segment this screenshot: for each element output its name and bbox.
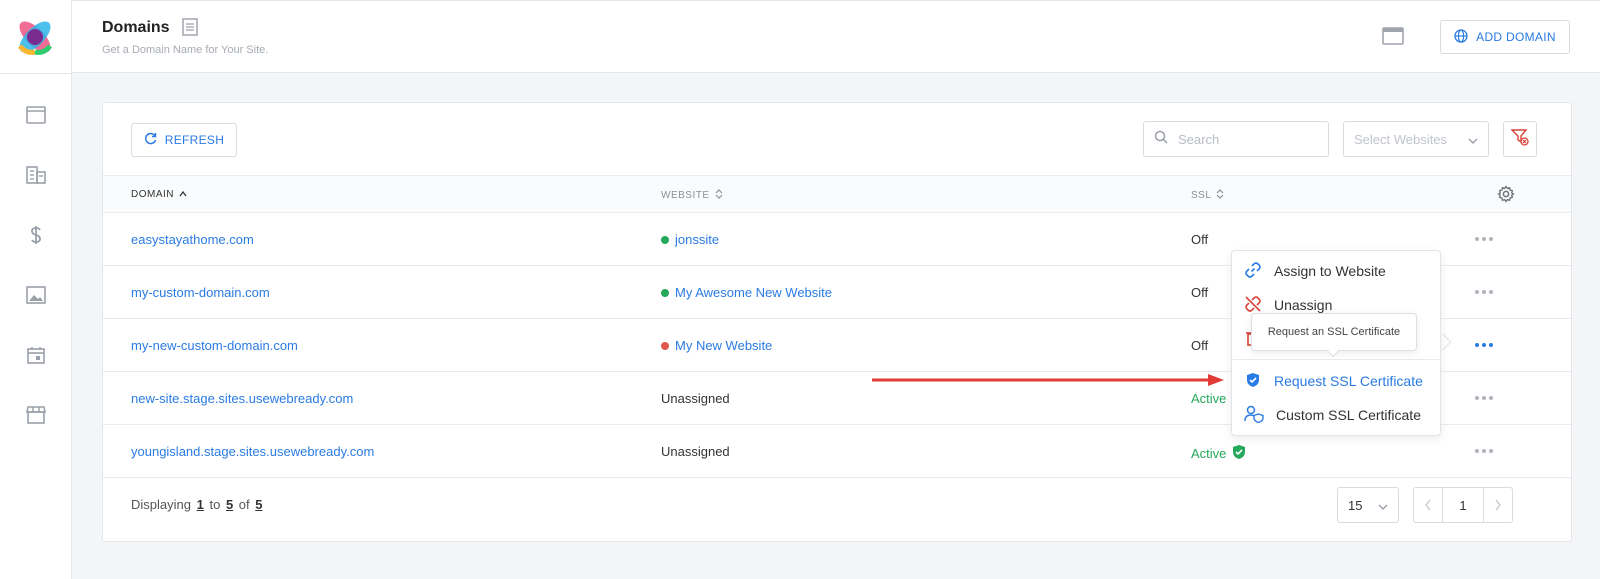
website-unassigned: Unassigned	[661, 444, 730, 459]
domain-link[interactable]: easystayathome.com	[131, 232, 254, 247]
annotation-arrow	[872, 374, 1224, 386]
sort-icon	[715, 189, 723, 202]
store-icon[interactable]	[25, 404, 47, 426]
sidebar	[0, 0, 72, 579]
add-domain-label: ADD DOMAIN	[1476, 30, 1556, 44]
column-header-ssl[interactable]: SSL	[1191, 189, 1224, 202]
ssl-status: Off	[1191, 285, 1209, 300]
website-cell: My New Website	[661, 338, 772, 353]
of-label: of	[238, 497, 250, 512]
per-page-value: 15	[1348, 497, 1363, 513]
chevron-down-icon	[1468, 132, 1478, 147]
shield-check-icon	[1232, 444, 1246, 463]
table-header: DOMAIN WEBSITE SSL	[103, 175, 1571, 213]
refresh-button[interactable]: REFRESH	[131, 123, 237, 157]
website-cell: Unassigned	[661, 391, 730, 406]
document-icon[interactable]	[182, 18, 198, 41]
column-header-website[interactable]: WEBSITE	[661, 189, 723, 202]
menu-divider	[1232, 359, 1440, 360]
row-actions-button[interactable]	[1475, 449, 1493, 453]
user-shield-icon	[1244, 405, 1264, 426]
pagination-control: 1	[1413, 487, 1513, 523]
row-actions-button[interactable]	[1475, 237, 1493, 241]
select-websites-dropdown[interactable]: Select Websites	[1343, 121, 1489, 157]
menu-item-label: Custom SSL Certificate	[1276, 407, 1421, 423]
gear-icon[interactable]	[1497, 185, 1515, 208]
link-icon	[1244, 261, 1262, 282]
filter-clear-icon	[1510, 128, 1529, 151]
column-header-domain[interactable]: DOMAIN	[131, 189, 187, 200]
ssl-status: Off	[1191, 338, 1209, 353]
website-unassigned: Unassigned	[661, 391, 730, 406]
domain-link[interactable]: my-new-custom-domain.com	[131, 338, 298, 353]
refresh-icon	[144, 132, 157, 148]
ssl-status: Off	[1191, 232, 1209, 247]
domain-link[interactable]: my-custom-domain.com	[131, 285, 270, 300]
chevron-down-icon	[1378, 498, 1388, 513]
building-icon[interactable]	[25, 164, 47, 186]
top-bar: Domains Get a Domain Name for Your Site.…	[72, 0, 1600, 73]
row-actions-button[interactable]	[1475, 396, 1493, 400]
menu-item-request-ssl-certificate[interactable]: Request SSL Certificate	[1232, 364, 1440, 398]
search-icon	[1154, 130, 1168, 149]
app-logo[interactable]	[14, 16, 56, 58]
next-page-button[interactable]	[1484, 488, 1512, 522]
status-dot-red	[661, 341, 669, 350]
row-actions-button[interactable]	[1475, 290, 1493, 294]
total-count: 5	[255, 497, 263, 512]
menu-item-label: Assign to Website	[1274, 263, 1386, 279]
website-link[interactable]: jonssite	[675, 232, 719, 247]
website-link[interactable]: My Awesome New Website	[675, 285, 832, 300]
prev-page-button[interactable]	[1414, 488, 1442, 522]
row-actions-button[interactable]	[1475, 343, 1493, 347]
domain-link[interactable]: new-site.stage.sites.usewebready.com	[131, 391, 353, 406]
per-page-select[interactable]: 15	[1337, 487, 1399, 523]
menu-item-custom-ssl-certificate[interactable]: Custom SSL Certificate	[1232, 398, 1440, 432]
column-header-label: SSL	[1191, 190, 1212, 201]
page-subtitle: Get a Domain Name for Your Site.	[102, 44, 269, 56]
ssl-status: Active	[1191, 444, 1246, 463]
displaying-label: Displaying	[131, 497, 191, 512]
select-websites-placeholder: Select Websites	[1354, 131, 1447, 147]
add-domain-button[interactable]: ADD DOMAIN	[1440, 20, 1570, 54]
column-header-label: WEBSITE	[661, 190, 710, 201]
range-end: 5	[225, 497, 234, 512]
range-start: 1	[196, 497, 204, 512]
calendar-icon[interactable]	[25, 344, 47, 366]
search-input[interactable]	[1178, 131, 1318, 147]
ssl-status-label: Active	[1191, 391, 1227, 406]
sidebar-divider	[0, 73, 72, 74]
window-icon[interactable]	[25, 104, 47, 126]
menu-item-assign-to-website[interactable]: Assign to Website	[1232, 254, 1440, 288]
search-box[interactable]	[1143, 121, 1329, 157]
refresh-label: REFRESH	[164, 133, 225, 147]
to-label: to	[209, 497, 221, 512]
ssl-status: Active	[1191, 391, 1226, 406]
status-dot-green	[661, 288, 669, 297]
website-cell: jonssite	[661, 232, 719, 247]
image-icon[interactable]	[25, 284, 47, 306]
sort-icon	[1216, 189, 1224, 202]
sort-asc-icon	[179, 189, 187, 200]
pagination-summary: Displaying 1 to 5 of 5	[131, 497, 265, 512]
page-title: Domains	[102, 19, 170, 36]
website-link[interactable]: My New Website	[675, 338, 772, 353]
current-page[interactable]: 1	[1442, 488, 1484, 522]
shield-check-icon	[1244, 371, 1262, 392]
website-cell: My Awesome New Website	[661, 285, 832, 300]
browser-window-icon[interactable]	[1382, 27, 1404, 50]
status-dot-green	[661, 235, 669, 244]
clear-filter-button[interactable]	[1503, 121, 1537, 157]
domain-link[interactable]: youngisland.stage.sites.usewebready.com	[131, 444, 374, 459]
menu-item-label: Unassign	[1274, 297, 1333, 313]
dollar-icon[interactable]	[25, 224, 47, 246]
column-header-label: DOMAIN	[131, 189, 174, 200]
website-cell: Unassigned	[661, 444, 730, 459]
ssl-status-label: Active	[1191, 446, 1227, 461]
globe-icon	[1454, 28, 1468, 46]
menu-item-label: Request SSL Certificate	[1274, 373, 1423, 389]
